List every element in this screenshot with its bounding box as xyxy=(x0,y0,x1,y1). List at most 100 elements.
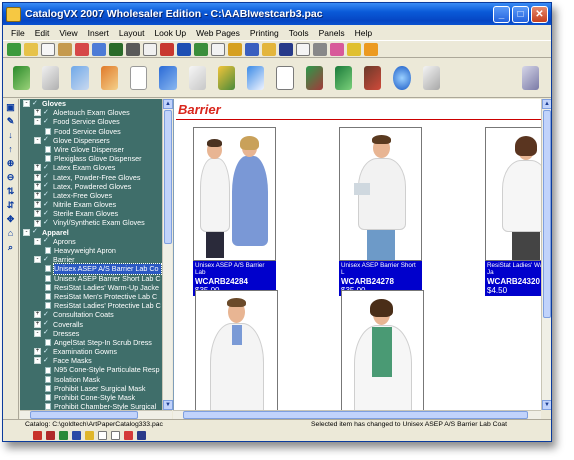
star-icon[interactable] xyxy=(364,42,378,56)
expand-icon[interactable]: + xyxy=(34,173,41,181)
tree-node[interactable]: Heavyweight Apron xyxy=(20,246,162,255)
camera-icon[interactable] xyxy=(137,431,146,440)
menu-file[interactable]: File xyxy=(6,28,30,38)
copy-icon[interactable] xyxy=(41,42,55,56)
tree-node[interactable]: - ✓ Dresses xyxy=(20,329,162,338)
collapse-icon[interactable]: - xyxy=(34,329,41,337)
content-horizontal-scrollbar[interactable] xyxy=(173,410,541,419)
product-card[interactable]: Unisex ASEP Barrier Short L WCARB24278 $… xyxy=(339,127,422,296)
tree-icon[interactable] xyxy=(109,42,123,56)
upload-icon[interactable] xyxy=(159,65,177,90)
collapse-icon[interactable]: - xyxy=(23,100,30,108)
chart-icon[interactable] xyxy=(188,65,206,90)
red-book-icon[interactable] xyxy=(46,431,55,440)
expand-icon[interactable]: + xyxy=(34,219,41,227)
yellow-check-icon[interactable] xyxy=(85,431,94,440)
red-doc-icon[interactable] xyxy=(33,431,42,440)
tree-node[interactable]: - ✓ Barrier xyxy=(20,255,162,264)
print-icon[interactable] xyxy=(75,42,89,56)
menu-lookup[interactable]: Look Up xyxy=(149,28,191,38)
tree-node[interactable]: - ✓ Face Masks xyxy=(20,356,162,365)
menu-insert[interactable]: Insert xyxy=(83,28,114,38)
tree-node[interactable]: ResiStat Men's Protective Lab C xyxy=(20,292,162,301)
tree-node[interactable]: Unisex ASEP Barrier Short Lab C xyxy=(20,274,162,283)
menu-layout[interactable]: Layout xyxy=(114,28,150,38)
menu-help[interactable]: Help xyxy=(350,28,377,38)
cut-icon[interactable] xyxy=(160,42,174,56)
tree-node[interactable]: Prohibit Cone-Style Mask xyxy=(20,393,162,402)
sort-up-icon[interactable]: ↑ xyxy=(5,144,16,155)
menu-view[interactable]: View xyxy=(54,28,82,38)
grid-icon[interactable] xyxy=(126,42,140,56)
tree-node[interactable]: - ✓ Gloves xyxy=(20,99,162,108)
brush-icon[interactable] xyxy=(100,65,118,90)
floppy-icon[interactable] xyxy=(279,42,293,56)
binder-icon[interactable] xyxy=(335,65,353,90)
product-card[interactable]: Unisex ASEP A/S Barrier Lab WCARB24284 $… xyxy=(193,127,276,296)
scroll-up-arrow[interactable]: ▲ xyxy=(163,99,173,109)
find-node-icon[interactable]: ⌕ xyxy=(5,242,16,253)
tree-node[interactable]: - ✓ Glove Dispensers xyxy=(20,136,162,145)
product-card[interactable] xyxy=(195,290,278,410)
folder-icon[interactable] xyxy=(262,42,276,56)
blue-folder-icon[interactable] xyxy=(72,431,81,440)
expand-icon[interactable]: + xyxy=(34,191,41,199)
book-icon[interactable] xyxy=(13,65,31,90)
tree-node[interactable]: + ✓ Latex, Powder-Free Gloves xyxy=(20,173,162,182)
chair-icon[interactable] xyxy=(364,65,382,90)
collapse-icon[interactable]: - xyxy=(23,228,30,236)
content-scroll-down[interactable]: ▼ xyxy=(542,400,551,410)
tree-node[interactable]: + ✓ Latex-Free Gloves xyxy=(20,191,162,200)
tree-vertical-scrollbar[interactable]: ▲ ▼ xyxy=(162,99,173,410)
expand-icon[interactable]: + xyxy=(34,182,41,190)
menu-panels[interactable]: Panels xyxy=(314,28,350,38)
minimize-button[interactable]: _ xyxy=(493,5,510,23)
page-icon[interactable] xyxy=(143,42,157,56)
arrow-icon[interactable] xyxy=(521,65,539,90)
edit-icon[interactable]: ✎ xyxy=(5,116,16,127)
tree-node[interactable]: + ✓ Coveralls xyxy=(20,320,162,329)
collapse-icon[interactable]: - xyxy=(34,357,41,365)
tree-horizontal-scrollbar[interactable] xyxy=(20,410,172,419)
tree-node[interactable]: + ✓ Consultation Coats xyxy=(20,310,162,319)
tree-node[interactable]: Plexiglass Glove Dispenser xyxy=(20,154,162,163)
menu-edit[interactable]: Edit xyxy=(30,28,55,38)
db-icon[interactable] xyxy=(194,42,208,56)
paste-icon[interactable] xyxy=(58,42,72,56)
expand-icon[interactable]: + xyxy=(34,320,41,328)
collapse-icon[interactable]: - xyxy=(34,237,41,245)
clipboard-icon[interactable] xyxy=(276,65,294,90)
collapse-icon[interactable]: - xyxy=(34,136,41,144)
tree-node[interactable]: AngelStat Step-In Scrub Dress xyxy=(20,338,162,347)
content-scroll-up[interactable]: ▲ xyxy=(542,99,551,109)
content-vertical-scrollbar[interactable]: ▲ ▼ xyxy=(541,99,551,410)
green-grid-icon[interactable] xyxy=(59,431,68,440)
maximize-button[interactable]: □ xyxy=(512,5,529,23)
ruler-icon[interactable] xyxy=(42,65,60,90)
pen-icon[interactable] xyxy=(228,42,242,56)
pdf-icon[interactable] xyxy=(124,431,133,440)
tree-node[interactable]: + ✓ Latex Exam Gloves xyxy=(20,163,162,172)
books-icon[interactable] xyxy=(305,65,324,90)
export-icon[interactable] xyxy=(211,42,225,56)
blank-doc-icon[interactable] xyxy=(111,431,120,440)
expand-icon[interactable]: + xyxy=(34,210,41,218)
expand-icon[interactable]: + xyxy=(34,348,41,356)
expand-icon[interactable]: + xyxy=(34,109,41,117)
expand-icon[interactable]: + xyxy=(34,201,41,209)
tree-node[interactable]: + ✓ Nitrile Exam Gloves xyxy=(20,200,162,209)
content-scroll-thumb[interactable] xyxy=(543,110,551,318)
tree-node[interactable]: N95 Cone-Style Particulate Resp xyxy=(20,365,162,374)
tree-node[interactable]: + ✓ Aloetouch Exam Gloves xyxy=(20,108,162,117)
help-icon[interactable] xyxy=(245,42,259,56)
save-icon[interactable] xyxy=(177,42,191,56)
collapse-icon[interactable]: - xyxy=(34,118,41,126)
tree-node[interactable]: Food Service Gloves xyxy=(20,127,162,136)
product-card[interactable] xyxy=(341,290,424,410)
menu-printing[interactable]: Printing xyxy=(245,28,284,38)
home-icon[interactable]: ⌂ xyxy=(5,228,16,239)
folder-large-icon[interactable] xyxy=(246,65,265,90)
move-icon[interactable]: ✥ xyxy=(5,214,16,225)
tree-node[interactable]: Isolation Mask xyxy=(20,375,162,384)
title-bar[interactable]: CatalogVX 2007 Wholesaler Edition - C:\A… xyxy=(3,3,551,25)
